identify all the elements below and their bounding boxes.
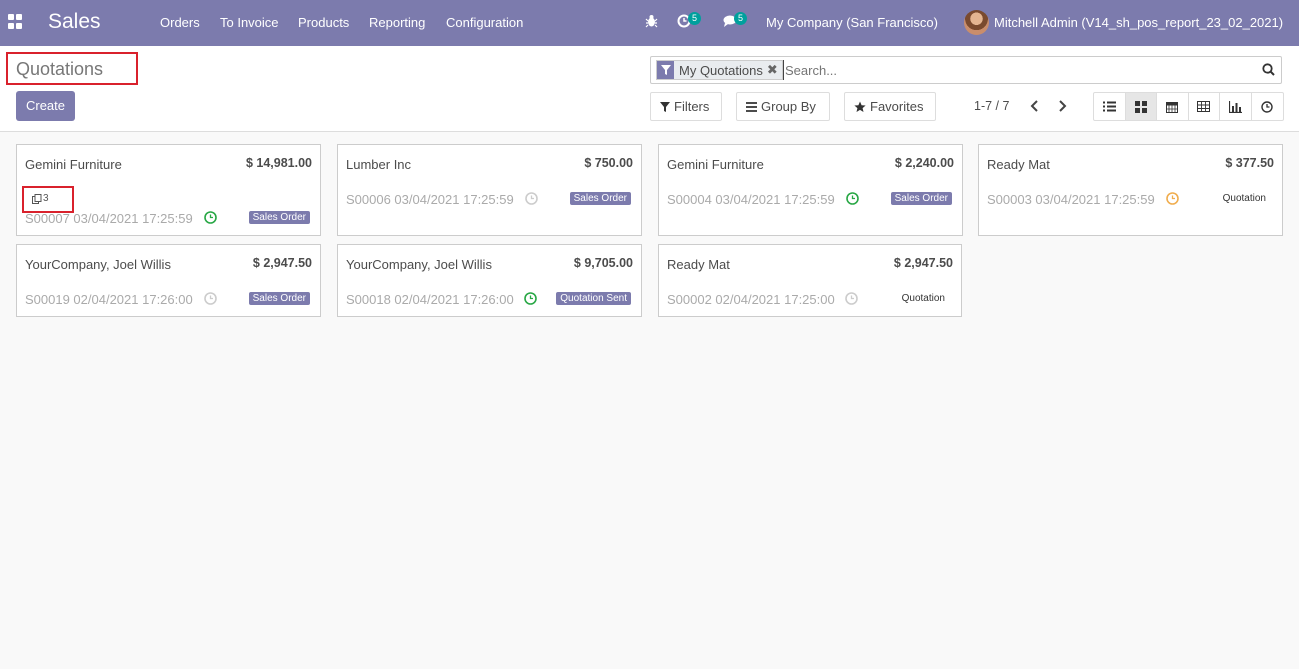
order-reference: S00018 02/04/2021 17:26:00 bbox=[346, 292, 514, 307]
kanban-card[interactable]: Gemini Furniture $ 14,981.00 3 S00007 03… bbox=[16, 144, 321, 236]
group-by-button[interactable]: Group By bbox=[736, 92, 830, 121]
search-facet[interactable]: My Quotations ✖ bbox=[656, 60, 783, 80]
order-reference: S00007 03/04/2021 17:25:59 bbox=[25, 211, 193, 226]
menu-reporting[interactable]: Reporting bbox=[369, 15, 425, 30]
chevron-right-icon[interactable] bbox=[1055, 99, 1069, 113]
customer-name: Ready Mat bbox=[987, 157, 1050, 172]
kanban-card[interactable]: Ready Mat $ 377.50 S00003 03/04/2021 17:… bbox=[978, 144, 1283, 236]
activity-clock-icon[interactable] bbox=[1166, 192, 1179, 205]
favorites-label: Favorites bbox=[870, 99, 924, 114]
customer-name: Gemini Furniture bbox=[25, 157, 122, 172]
activity-clock-icon[interactable] bbox=[525, 192, 538, 205]
app-brand[interactable]: Sales bbox=[48, 10, 101, 34]
menu-orders[interactable]: Orders bbox=[160, 15, 200, 30]
messages-chat-icon[interactable]: 5 bbox=[723, 12, 748, 31]
menu-products[interactable]: Products bbox=[298, 15, 349, 30]
attachment-highlight-box bbox=[22, 186, 74, 213]
activity-clock-icon[interactable] bbox=[524, 292, 537, 305]
order-amount: $ 750.00 bbox=[584, 156, 633, 170]
order-amount: $ 2,947.50 bbox=[252, 256, 312, 270]
order-reference: S00019 02/04/2021 17:26:00 bbox=[25, 292, 193, 307]
customer-name: Gemini Furniture bbox=[667, 157, 764, 172]
menu-to-invoice[interactable]: To Invoice bbox=[220, 15, 279, 30]
title-highlight-box bbox=[6, 52, 138, 85]
kanban-card[interactable]: Lumber Inc $ 750.00 S00006 03/04/2021 17… bbox=[337, 144, 642, 236]
control-panel: Quotations Create My Quotations ✖ Filter… bbox=[0, 46, 1299, 132]
search-input[interactable] bbox=[783, 60, 1253, 80]
kanban-view-icon[interactable] bbox=[1125, 93, 1157, 120]
activity-clock-icon[interactable] bbox=[204, 211, 217, 224]
search-icon[interactable] bbox=[1262, 63, 1275, 79]
bars-icon bbox=[746, 101, 757, 112]
favorites-button[interactable]: Favorites bbox=[844, 92, 936, 121]
create-button[interactable]: Create bbox=[16, 91, 75, 121]
activity-view-icon[interactable] bbox=[1252, 93, 1284, 120]
order-reference: S00006 03/04/2021 17:25:59 bbox=[346, 192, 514, 207]
list-view-icon[interactable] bbox=[1094, 93, 1126, 120]
kanban-card[interactable]: Ready Mat $ 2,947.50 S00002 02/04/2021 1… bbox=[658, 244, 962, 317]
filter-icon bbox=[660, 101, 670, 112]
calendar-view-icon[interactable] bbox=[1157, 93, 1189, 120]
facet-close-icon[interactable]: ✖ bbox=[767, 62, 782, 78]
company-switcher[interactable]: My Company (San Francisco) bbox=[766, 15, 938, 30]
chevron-left-icon[interactable] bbox=[1028, 99, 1042, 113]
order-amount: $ 9,705.00 bbox=[573, 256, 633, 270]
order-amount: $ 14,981.00 bbox=[245, 156, 312, 170]
customer-name: YourCompany, Joel Willis bbox=[346, 257, 492, 272]
user-menu[interactable]: Mitchell Admin (V14_sh_pos_report_23_02_… bbox=[994, 15, 1283, 30]
top-navbar: Sales Orders To Invoice Products Reporti… bbox=[0, 0, 1299, 46]
order-amount: $ 2,947.50 bbox=[893, 256, 953, 270]
order-reference: S00002 02/04/2021 17:25:00 bbox=[667, 292, 835, 307]
customer-name: YourCompany, Joel Willis bbox=[25, 257, 171, 272]
activity-clock-icon[interactable]: 5 bbox=[677, 12, 702, 31]
status-badge: Sales Order bbox=[890, 192, 952, 205]
facet-label: My Quotations bbox=[679, 62, 763, 78]
user-avatar[interactable] bbox=[964, 10, 989, 35]
status-badge: Sales Order bbox=[569, 192, 631, 205]
star-icon bbox=[854, 101, 866, 112]
activity-clock-icon[interactable] bbox=[845, 292, 858, 305]
pager-value[interactable]: 1-7 / 7 bbox=[974, 99, 1009, 113]
status-badge: Sales Order bbox=[248, 211, 310, 224]
order-reference: S00004 03/04/2021 17:25:59 bbox=[667, 192, 835, 207]
activity-clock-icon[interactable] bbox=[204, 292, 217, 305]
apps-menu-icon[interactable] bbox=[8, 14, 24, 30]
messages-count-badge: 5 bbox=[734, 12, 748, 25]
debug-bug-icon[interactable] bbox=[645, 14, 658, 31]
group-by-label: Group By bbox=[761, 99, 816, 114]
status-badge: Quotation bbox=[1222, 193, 1266, 204]
order-reference: S00003 03/04/2021 17:25:59 bbox=[987, 192, 1155, 207]
filter-funnel-icon bbox=[657, 61, 674, 79]
activity-count-badge: 5 bbox=[688, 12, 702, 25]
kanban-card[interactable]: YourCompany, Joel Willis $ 9,705.00 S000… bbox=[337, 244, 642, 317]
graph-view-icon[interactable] bbox=[1220, 93, 1252, 120]
kanban-card[interactable]: YourCompany, Joel Willis $ 2,947.50 S000… bbox=[16, 244, 321, 317]
filters-button[interactable]: Filters bbox=[650, 92, 722, 121]
search-bar: My Quotations ✖ bbox=[650, 56, 1282, 84]
customer-name: Ready Mat bbox=[667, 257, 730, 272]
order-amount: $ 377.50 bbox=[1225, 156, 1274, 170]
kanban-card[interactable]: Gemini Furniture $ 2,240.00 S00004 03/04… bbox=[658, 144, 963, 236]
status-badge: Sales Order bbox=[248, 292, 310, 305]
status-badge: Quotation Sent bbox=[556, 292, 631, 305]
filters-label: Filters bbox=[674, 99, 710, 114]
customer-name: Lumber Inc bbox=[346, 157, 412, 172]
order-amount: $ 2,240.00 bbox=[894, 156, 954, 170]
pivot-view-icon[interactable] bbox=[1189, 93, 1220, 120]
view-switcher bbox=[1093, 92, 1284, 121]
status-badge: Quotation bbox=[901, 293, 945, 304]
activity-clock-icon[interactable] bbox=[846, 192, 859, 205]
menu-configuration[interactable]: Configuration bbox=[446, 15, 523, 30]
